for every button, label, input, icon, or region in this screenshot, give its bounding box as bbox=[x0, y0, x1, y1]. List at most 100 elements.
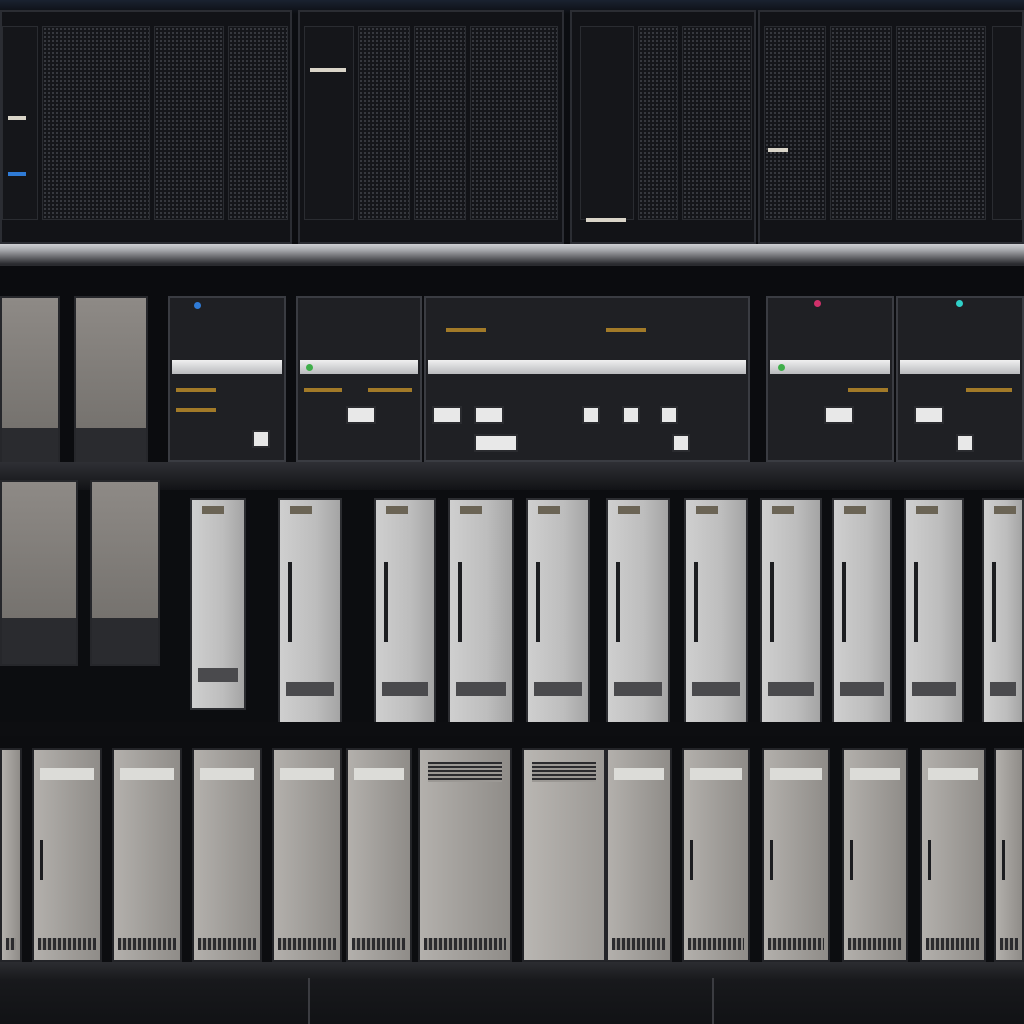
top-rack-row bbox=[0, 0, 1024, 245]
unit-strip bbox=[900, 360, 1020, 374]
rack-panel bbox=[304, 26, 354, 220]
grille bbox=[38, 938, 96, 950]
tower-server bbox=[606, 498, 670, 724]
port bbox=[660, 406, 678, 424]
door-handle bbox=[694, 562, 698, 642]
asset-label bbox=[614, 768, 664, 780]
grille bbox=[424, 938, 506, 950]
side-panel bbox=[74, 296, 148, 476]
grille bbox=[352, 938, 406, 950]
server-room-photo bbox=[0, 0, 1024, 1024]
indicator-row bbox=[446, 328, 486, 332]
indicator-row bbox=[176, 408, 216, 412]
switch-unit bbox=[896, 296, 1024, 462]
floor-plinth bbox=[0, 962, 1024, 1024]
grille bbox=[612, 938, 666, 950]
plinth-seam bbox=[308, 978, 310, 1024]
switch-unit bbox=[296, 296, 422, 462]
status-light bbox=[768, 148, 788, 152]
tower-server bbox=[684, 498, 748, 724]
status-light bbox=[956, 300, 963, 307]
switch-unit bbox=[766, 296, 894, 462]
status-light bbox=[814, 300, 821, 307]
vent bbox=[198, 668, 238, 682]
status-light bbox=[194, 302, 201, 309]
tower-server bbox=[526, 498, 590, 724]
door-handle bbox=[992, 562, 996, 642]
tower-server bbox=[760, 498, 822, 724]
plinth-seam bbox=[712, 978, 714, 1024]
indicator-row bbox=[176, 388, 216, 392]
rack-panel bbox=[580, 26, 634, 220]
indicator-row bbox=[966, 388, 1012, 392]
door-handle bbox=[770, 562, 774, 642]
asset-label bbox=[200, 768, 254, 780]
model-badge bbox=[696, 506, 718, 514]
grille bbox=[768, 938, 824, 950]
vent bbox=[840, 682, 884, 696]
model-badge bbox=[618, 506, 640, 514]
grille bbox=[278, 938, 336, 950]
server-unit bbox=[272, 748, 342, 962]
rack-panel bbox=[2, 26, 38, 220]
server-unit bbox=[606, 748, 672, 962]
status-light bbox=[586, 218, 626, 222]
rack-cabinet-3 bbox=[570, 10, 756, 244]
grille bbox=[926, 938, 980, 950]
server-unit bbox=[192, 748, 262, 962]
asset-label bbox=[850, 768, 900, 780]
status-light bbox=[310, 68, 346, 72]
server-unit bbox=[762, 748, 830, 962]
vent bbox=[286, 682, 334, 696]
model-badge bbox=[290, 506, 312, 514]
server-unit bbox=[994, 748, 1024, 962]
asset-label bbox=[120, 768, 174, 780]
status-light bbox=[778, 364, 785, 371]
asset-label bbox=[40, 768, 94, 780]
asset-label bbox=[770, 768, 822, 780]
tower-server bbox=[374, 498, 436, 724]
rack-panel bbox=[470, 26, 558, 220]
model-badge bbox=[844, 506, 866, 514]
vent bbox=[990, 682, 1016, 696]
port bbox=[346, 406, 376, 424]
model-badge bbox=[772, 506, 794, 514]
server-unit bbox=[682, 748, 750, 962]
server-unit bbox=[346, 748, 412, 962]
asset-label bbox=[354, 768, 404, 780]
door-handle bbox=[616, 562, 620, 642]
panel-base bbox=[92, 618, 158, 664]
indicator-row bbox=[368, 388, 412, 392]
rack-cabinet-4 bbox=[758, 10, 1024, 244]
rack-panel bbox=[764, 26, 826, 220]
grille bbox=[688, 938, 744, 950]
server-unit bbox=[418, 748, 512, 962]
rack-panel bbox=[896, 26, 986, 220]
grille bbox=[118, 938, 176, 950]
tower-server bbox=[448, 498, 514, 724]
tower-server bbox=[982, 498, 1024, 724]
asset-label bbox=[928, 768, 978, 780]
door-handle bbox=[928, 840, 931, 880]
tower-server bbox=[278, 498, 342, 724]
rack-cabinet-2 bbox=[298, 10, 564, 244]
indicator-row bbox=[848, 388, 888, 392]
door-handle bbox=[842, 562, 846, 642]
door-handle bbox=[914, 562, 918, 642]
vent bbox=[692, 682, 740, 696]
server-unit bbox=[522, 748, 606, 962]
unit-strip bbox=[428, 360, 746, 374]
tower-server bbox=[190, 498, 246, 710]
vent bbox=[912, 682, 956, 696]
door-handle bbox=[1002, 840, 1005, 880]
switch-unit bbox=[168, 296, 286, 462]
port bbox=[672, 434, 690, 452]
vent bbox=[768, 682, 814, 696]
side-panel bbox=[0, 480, 78, 666]
rack-panel bbox=[682, 26, 752, 220]
side-panel bbox=[90, 480, 160, 666]
rack-panel bbox=[228, 26, 288, 220]
port bbox=[432, 406, 462, 424]
panel-base bbox=[2, 618, 76, 664]
status-light bbox=[8, 116, 26, 120]
